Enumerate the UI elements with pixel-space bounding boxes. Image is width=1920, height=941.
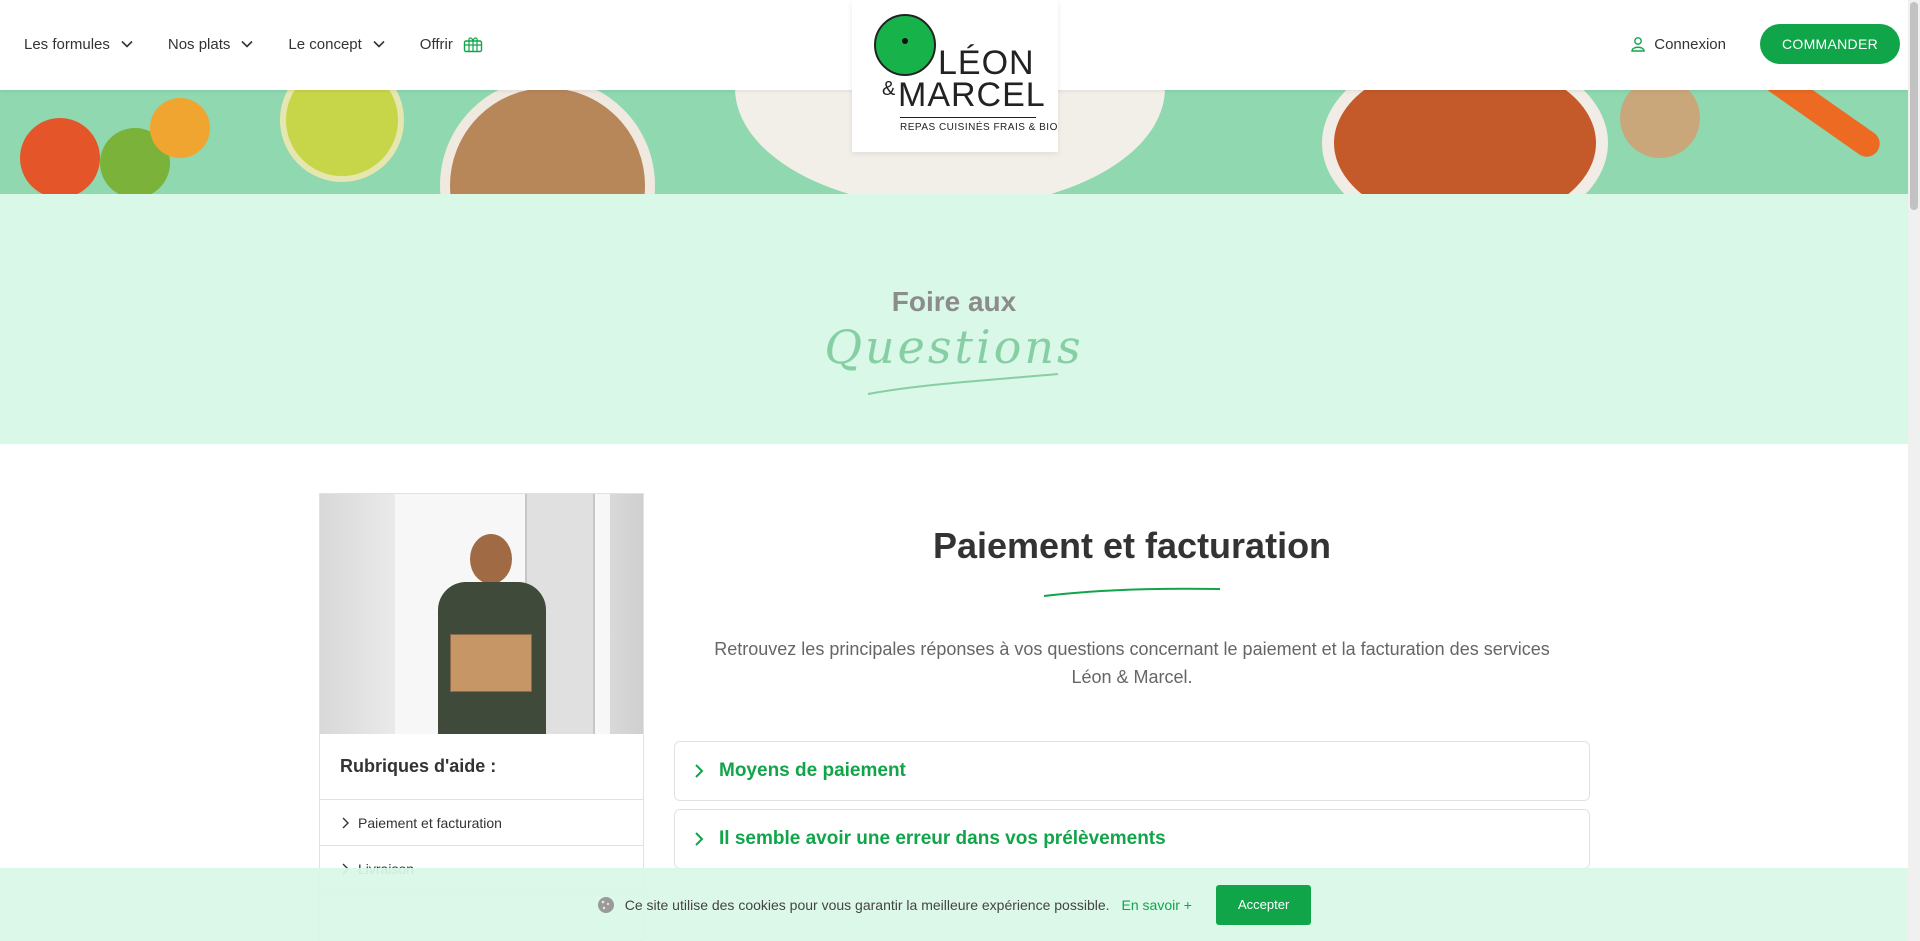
cucumber-bowl-image bbox=[280, 88, 404, 182]
sidebar-title: Rubriques d'aide : bbox=[320, 734, 643, 800]
faq-item-moyens-de-paiement[interactable]: Moyens de paiement bbox=[674, 741, 1590, 801]
gift-icon bbox=[463, 37, 483, 53]
header-actions: Connexion COMMANDER bbox=[1630, 0, 1900, 88]
faq-hero: Foire aux Questions bbox=[0, 194, 1908, 444]
spoon-image bbox=[1620, 88, 1700, 158]
dish-plate-image bbox=[440, 88, 655, 194]
chevron-down-icon bbox=[121, 40, 133, 48]
chevron-right-icon bbox=[695, 832, 704, 846]
sidebar-item-label: Paiement et facturation bbox=[358, 814, 502, 831]
logo-tagline: REPAS CUISINÉS FRAIS & BIO bbox=[900, 122, 1058, 133]
delivery-man-photo bbox=[320, 494, 643, 734]
logo-divider bbox=[900, 117, 1036, 118]
nav-label: Nos plats bbox=[167, 35, 231, 53]
nav-offrir[interactable]: Offrir bbox=[420, 35, 483, 53]
person-head bbox=[470, 534, 512, 584]
hero-swoosh bbox=[867, 373, 1059, 395]
chevron-right-icon bbox=[342, 817, 349, 828]
main-nav: Les formules Nos plats Le concept Offrir bbox=[24, 0, 483, 88]
logo-pot-knob bbox=[902, 38, 908, 44]
logo-text-marcel: MARCEL bbox=[898, 76, 1046, 114]
carrot-image bbox=[1755, 88, 1885, 162]
sidebar-item-paiement[interactable]: Paiement et facturation bbox=[320, 800, 643, 846]
logo-pot-icon bbox=[874, 14, 936, 76]
chevron-down-icon bbox=[241, 40, 253, 48]
intro-text: Retrouvez les principales réponses à vos… bbox=[714, 639, 1550, 687]
logo-ampersand: & bbox=[882, 78, 896, 100]
dish-plate-image bbox=[1322, 88, 1608, 194]
tomato-image bbox=[20, 118, 100, 194]
nav-label: Les formules bbox=[24, 35, 110, 53]
scrollbar-thumb[interactable] bbox=[1910, 2, 1918, 210]
page-scrollbar[interactable] bbox=[1908, 0, 1920, 941]
nav-label: Le concept bbox=[288, 35, 362, 53]
nav-label: Offrir bbox=[419, 35, 453, 53]
nav-les-formules[interactable]: Les formules bbox=[24, 36, 134, 53]
cookie-banner: Ce site utilise des cookies pour vous ga… bbox=[0, 868, 1908, 941]
cookie-icon bbox=[597, 896, 614, 913]
user-icon bbox=[1631, 37, 1645, 52]
faq-question: Moyens de paiement bbox=[719, 760, 906, 781]
faq-main: Paiement et facturation Retrouvez les pr… bbox=[674, 493, 1590, 869]
hero-title-line1: Foire aux bbox=[891, 286, 1017, 317]
delivery-box bbox=[450, 634, 532, 692]
login-link[interactable]: Connexion bbox=[1630, 36, 1726, 53]
chevron-down-icon bbox=[373, 40, 385, 48]
page-title: Paiement et facturation bbox=[932, 525, 1332, 566]
cookie-text: Ce site utilise des cookies pour vous ga… bbox=[624, 896, 1110, 913]
nav-nos-plats[interactable]: Nos plats bbox=[168, 36, 255, 53]
title-underline bbox=[1043, 587, 1221, 597]
faq-question: Il semble avoir une erreur dans vos prél… bbox=[719, 828, 1166, 849]
order-button[interactable]: COMMANDER bbox=[1759, 24, 1900, 64]
login-label: Connexion bbox=[1654, 35, 1726, 53]
tomato-image bbox=[150, 98, 210, 158]
cookie-learn-more-link[interactable]: En savoir + bbox=[1122, 897, 1192, 913]
nav-le-concept[interactable]: Le concept bbox=[288, 36, 385, 53]
accept-cookies-button[interactable]: Accepter bbox=[1215, 884, 1312, 925]
chevron-right-icon bbox=[695, 764, 704, 778]
faq-item-erreur-prelevements[interactable]: Il semble avoir une erreur dans vos prél… bbox=[674, 809, 1590, 869]
brand-logo[interactable]: LÉON & MARCEL REPAS CUISINÉS FRAIS & BIO bbox=[852, 0, 1058, 152]
